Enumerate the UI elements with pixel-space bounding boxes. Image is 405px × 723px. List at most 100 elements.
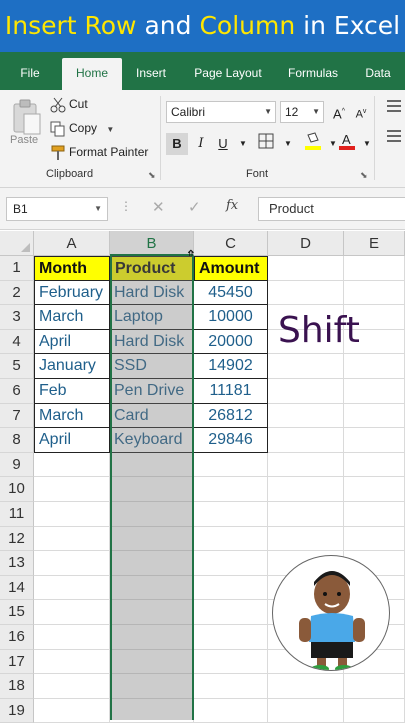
empty-cell[interactable] — [268, 354, 344, 379]
insert-function-icon[interactable]: fx — [226, 198, 238, 213]
empty-cell[interactable] — [268, 379, 344, 404]
tab-formulas[interactable]: Formulas — [280, 52, 346, 90]
empty-cell[interactable] — [194, 502, 268, 527]
row-header[interactable]: 13 — [0, 551, 34, 576]
table-cell[interactable]: 26812 — [194, 403, 268, 429]
select-all-button[interactable] — [0, 231, 34, 256]
empty-cell[interactable] — [344, 256, 405, 281]
row-header[interactable]: 3 — [0, 305, 34, 330]
empty-cell[interactable] — [110, 698, 194, 723]
empty-cell[interactable] — [194, 575, 268, 601]
row-header[interactable]: 16 — [0, 625, 34, 650]
font-name-select[interactable]: Calibri ▼ — [166, 101, 276, 123]
column-header-a[interactable]: A — [34, 231, 110, 256]
column-header-e[interactable]: E — [344, 231, 405, 256]
table-cell[interactable]: Hard Disk — [110, 280, 194, 306]
empty-cell[interactable] — [268, 477, 344, 502]
check-icon[interactable]: ✓ — [188, 198, 201, 216]
tab-data[interactable]: Data — [356, 52, 400, 90]
paste-button[interactable]: Paste — [10, 134, 38, 146]
dialog-launcher-icon[interactable]: ⬊ — [360, 170, 368, 181]
table-cell[interactable]: 10000 — [194, 305, 268, 330]
empty-cell[interactable] — [34, 551, 110, 576]
empty-cell[interactable] — [268, 280, 344, 306]
table-cell[interactable]: 29846 — [194, 428, 268, 453]
empty-cell[interactable] — [34, 674, 110, 699]
bold-button[interactable]: B — [166, 133, 188, 155]
empty-cell[interactable] — [34, 625, 110, 650]
table-header-cell[interactable]: Amount — [194, 256, 268, 281]
tab-file[interactable]: File — [8, 52, 52, 90]
table-cell[interactable]: Card — [110, 403, 194, 429]
table-header-cell[interactable]: Month — [34, 256, 110, 281]
empty-cell[interactable] — [110, 452, 194, 478]
table-cell[interactable]: 45450 — [194, 280, 268, 306]
empty-cell[interactable] — [34, 502, 110, 527]
table-cell[interactable]: Laptop — [110, 305, 194, 330]
empty-cell[interactable] — [110, 526, 194, 552]
empty-cell[interactable] — [268, 428, 344, 453]
italic-button[interactable]: I — [190, 133, 212, 155]
decrease-font-icon[interactable]: Av — [350, 101, 372, 123]
empty-cell[interactable] — [34, 575, 110, 601]
table-cell[interactable]: Hard Disk — [110, 329, 194, 355]
row-header[interactable]: 2 — [0, 280, 34, 306]
row-header[interactable]: 1 — [0, 256, 34, 281]
empty-cell[interactable] — [344, 354, 405, 379]
empty-cell[interactable] — [344, 379, 405, 404]
empty-cell[interactable] — [34, 526, 110, 552]
table-cell[interactable]: 20000 — [194, 329, 268, 355]
column-header-d[interactable]: D — [268, 231, 344, 256]
row-header[interactable]: 15 — [0, 600, 34, 625]
empty-cell[interactable] — [110, 575, 194, 601]
table-cell[interactable]: January — [34, 354, 110, 379]
table-cell[interactable]: April — [34, 428, 110, 453]
empty-cell[interactable] — [194, 698, 268, 723]
underline-button[interactable]: U — [212, 133, 234, 155]
empty-cell[interactable] — [194, 625, 268, 650]
empty-cell[interactable] — [110, 551, 194, 576]
empty-cell[interactable] — [268, 698, 344, 723]
empty-cell[interactable] — [268, 502, 344, 527]
tab-page-layout[interactable]: Page Layout — [186, 52, 270, 90]
table-cell[interactable]: Feb — [34, 379, 110, 404]
table-cell[interactable]: Keyboard — [110, 428, 194, 453]
empty-cell[interactable] — [194, 600, 268, 625]
table-cell[interactable]: March — [34, 403, 110, 429]
borders-icon[interactable] — [255, 133, 277, 155]
fill-color-icon[interactable] — [302, 131, 324, 153]
align-icon[interactable] — [387, 100, 401, 115]
empty-cell[interactable] — [344, 526, 405, 552]
empty-cell[interactable] — [268, 452, 344, 478]
table-cell[interactable]: February — [34, 280, 110, 306]
empty-cell[interactable] — [110, 600, 194, 625]
empty-cell[interactable] — [344, 452, 405, 478]
empty-cell[interactable] — [34, 452, 110, 478]
empty-cell[interactable] — [344, 403, 405, 429]
table-cell[interactable]: April — [34, 329, 110, 355]
font-color-icon[interactable]: A — [336, 131, 358, 153]
empty-cell[interactable] — [194, 477, 268, 502]
table-cell[interactable]: 14902 — [194, 354, 268, 379]
row-header[interactable]: 8 — [0, 428, 34, 453]
empty-cell[interactable] — [110, 674, 194, 699]
empty-cell[interactable] — [268, 526, 344, 552]
table-header-cell[interactable]: Product — [110, 256, 194, 281]
row-header[interactable]: 14 — [0, 575, 34, 601]
table-cell[interactable]: March — [34, 305, 110, 330]
empty-cell[interactable] — [344, 698, 405, 723]
empty-cell[interactable] — [194, 551, 268, 576]
table-cell[interactable]: Pen Drive — [110, 379, 194, 404]
empty-cell[interactable] — [194, 649, 268, 675]
empty-cell[interactable] — [110, 477, 194, 502]
empty-cell[interactable] — [34, 477, 110, 502]
row-header[interactable]: 6 — [0, 379, 34, 404]
tab-insert[interactable]: Insert — [126, 52, 176, 90]
column-header-c[interactable]: C — [194, 231, 268, 256]
paste-icon[interactable] — [10, 98, 42, 138]
name-box[interactable]: B1 ▼ — [6, 197, 108, 221]
empty-cell[interactable] — [34, 649, 110, 675]
empty-cell[interactable] — [110, 649, 194, 675]
row-header[interactable]: 12 — [0, 526, 34, 552]
row-header[interactable]: 5 — [0, 354, 34, 379]
